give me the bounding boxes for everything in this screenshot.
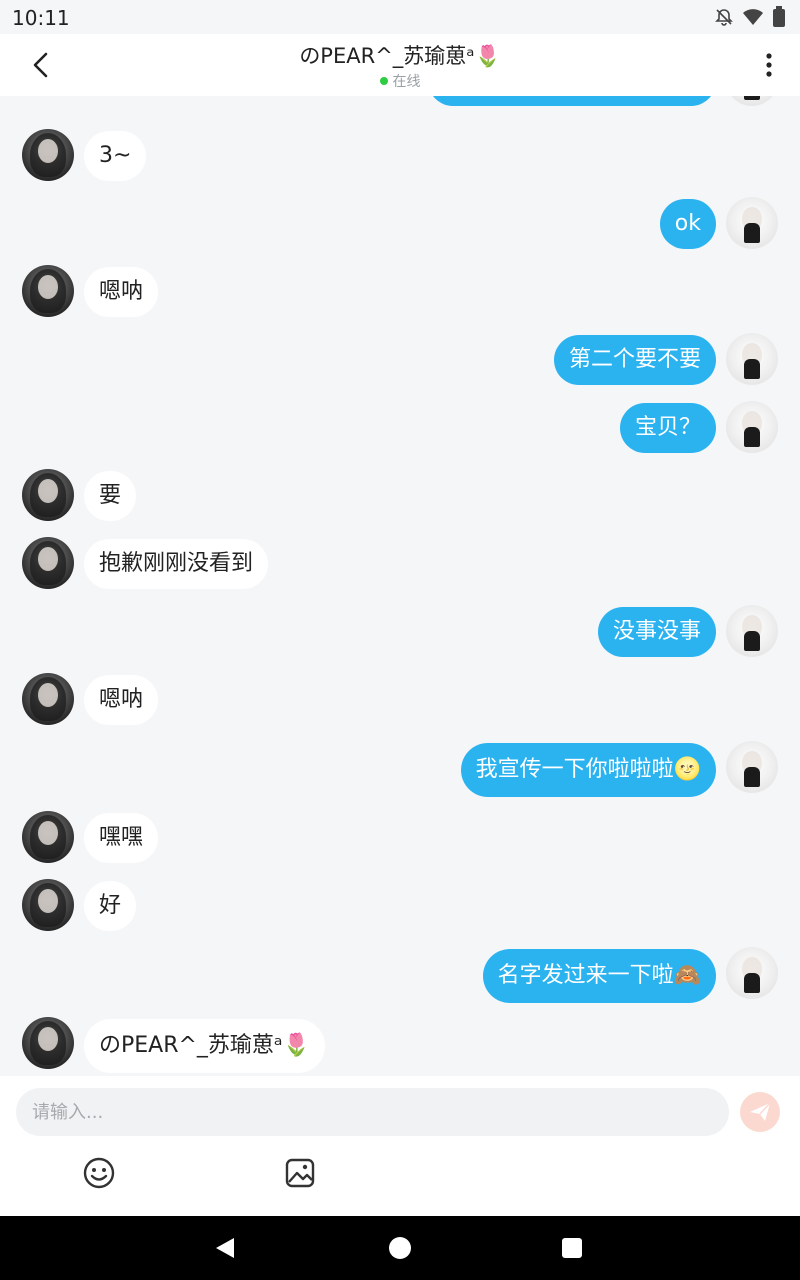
- message-bubble[interactable]: 名字发过来一下啦🙈: [482, 949, 716, 1003]
- message-sent: ok: [0, 197, 800, 253]
- online-status-label: 在线: [392, 74, 421, 90]
- contact-avatar[interactable]: [22, 265, 74, 317]
- message-bubble[interactable]: 嘿嘿: [84, 813, 159, 863]
- nav-home-button[interactable]: [389, 1237, 411, 1259]
- message-sent: 我宣传一下你啦啦啦🌝: [0, 741, 800, 797]
- contact-name: のPEAR^_苏瑜葸ᵃ🌷: [299, 44, 501, 68]
- online-dot: [379, 77, 388, 85]
- message-bubble[interactable]: 第二个要不要: [553, 335, 716, 385]
- my-avatar[interactable]: [726, 401, 778, 453]
- online-status: 在线: [0, 71, 800, 91]
- message-bubble[interactable]: 要: [84, 471, 137, 521]
- wifi-icon: [742, 7, 764, 27]
- message-sent: 第二个要不要: [0, 333, 800, 389]
- my-avatar[interactable]: [726, 741, 778, 793]
- message-received: のPEAR^_苏瑜葸ᵃ🌷: [0, 1017, 800, 1073]
- message-bubble[interactable]: 宝贝？: [619, 403, 716, 453]
- more-options-button[interactable]: [754, 48, 784, 82]
- composer: [0, 1076, 800, 1216]
- nav-recents-button[interactable]: [562, 1238, 582, 1258]
- message-input[interactable]: [16, 1088, 729, 1136]
- image-icon: [283, 1158, 317, 1194]
- contact-avatar[interactable]: [22, 129, 74, 181]
- message-bubble[interactable]: のPEAR^_苏瑜葸ᵃ🌷: [84, 1019, 325, 1073]
- contact-avatar[interactable]: [22, 879, 74, 931]
- send-button[interactable]: [740, 1092, 780, 1132]
- message-bubble[interactable]: 没事没事: [597, 607, 716, 657]
- my-avatar[interactable]: [726, 333, 778, 385]
- contact-avatar[interactable]: [22, 537, 74, 589]
- contact-avatar[interactable]: [22, 811, 74, 863]
- status-time: 10:11: [12, 6, 70, 30]
- message-received: 3~: [0, 129, 800, 185]
- message-bubble[interactable]: 嗯呐: [84, 267, 159, 317]
- status-bar: 10:11: [0, 0, 800, 34]
- status-icons: [714, 6, 786, 28]
- message-received: 嗯呐: [0, 265, 800, 321]
- message-received: 抱歉刚刚没看到: [0, 537, 800, 593]
- message-sent: 名字发过来一下啦🙈: [0, 947, 800, 1003]
- battery-icon: [772, 6, 786, 28]
- my-avatar[interactable]: [726, 197, 778, 249]
- my-avatar[interactable]: [726, 605, 778, 657]
- message-list[interactable]: 3~ ok 嗯呐 第二个要不要 宝贝？ 要 抱歉刚刚没看到 没事没事 嗯呐 我宣…: [0, 96, 800, 1076]
- contact-avatar[interactable]: [22, 673, 74, 725]
- message-received: 嗯呐: [0, 673, 800, 729]
- emoji-button[interactable]: [82, 1156, 116, 1190]
- contact-avatar[interactable]: [22, 1017, 74, 1069]
- emoji-icon: [82, 1157, 116, 1194]
- message-sent: 没事没事: [0, 605, 800, 661]
- message-sent: [0, 96, 800, 110]
- triangle-back-icon: [214, 1238, 236, 1264]
- message-bubble[interactable]: 好: [84, 881, 137, 931]
- message-received: 要: [0, 469, 800, 525]
- system-nav-bar: [0, 1216, 800, 1280]
- notifications-off-icon: [714, 7, 734, 27]
- message-bubble[interactable]: 嗯呐: [84, 675, 159, 725]
- more-vertical-icon: [754, 53, 784, 86]
- message-bubble[interactable]: 3~: [84, 131, 147, 181]
- my-avatar[interactable]: [726, 947, 778, 999]
- my-avatar[interactable]: [726, 96, 778, 106]
- chat-header: のPEAR^_苏瑜葸ᵃ🌷 在线: [0, 34, 800, 96]
- image-button[interactable]: [283, 1156, 317, 1190]
- message-bubble[interactable]: [428, 96, 716, 106]
- message-bubble[interactable]: 我宣传一下你啦啦啦🌝: [460, 743, 716, 797]
- nav-back-button[interactable]: [214, 1236, 236, 1264]
- message-received: 嘿嘿: [0, 811, 800, 867]
- message-sent: 宝贝？: [0, 401, 800, 457]
- contact-avatar[interactable]: [22, 469, 74, 521]
- message-received: 好: [0, 879, 800, 935]
- message-bubble[interactable]: 抱歉刚刚没看到: [84, 539, 269, 589]
- message-bubble[interactable]: ok: [659, 199, 716, 249]
